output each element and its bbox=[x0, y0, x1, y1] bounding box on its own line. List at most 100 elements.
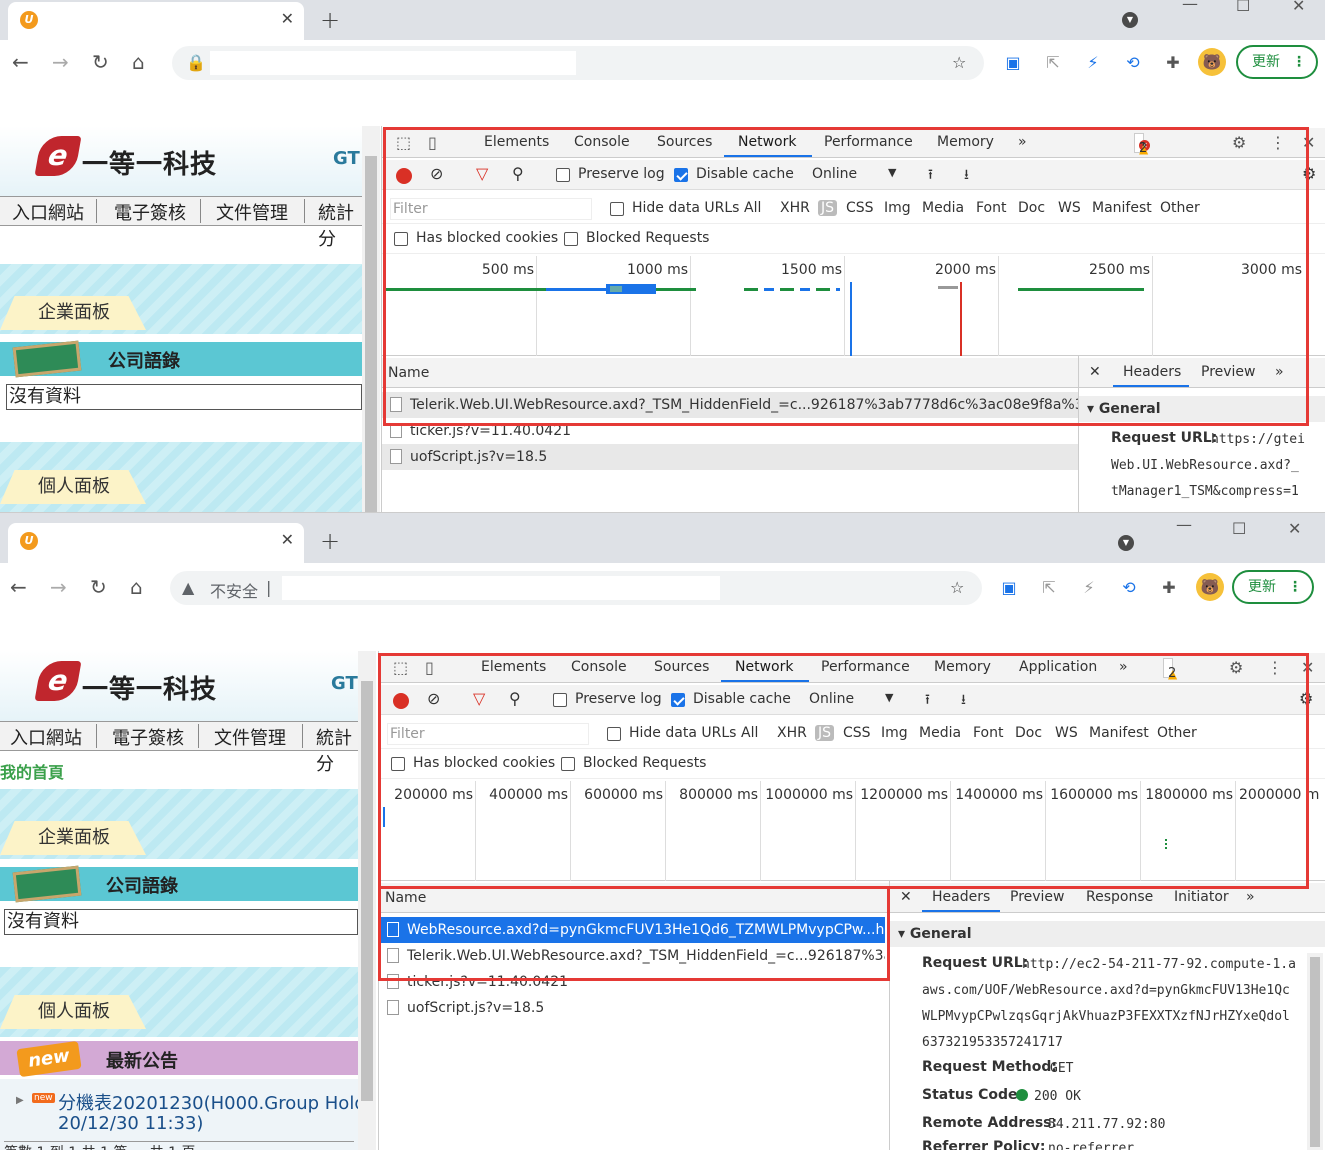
tab-performance[interactable]: Performance bbox=[821, 659, 910, 675]
type-font[interactable]: Font bbox=[976, 200, 1006, 216]
type-font[interactable]: Font bbox=[973, 725, 1003, 741]
menu-stats[interactable]: 統計分 bbox=[318, 199, 362, 251]
close-devtools-icon[interactable]: ✕ bbox=[1301, 658, 1314, 677]
tab-elements[interactable]: Elements bbox=[481, 659, 546, 675]
reload-icon[interactable]: ↻ bbox=[92, 50, 109, 74]
type-css[interactable]: CSS bbox=[843, 725, 871, 741]
name-column-header[interactable]: Name bbox=[382, 358, 1078, 388]
search-icon[interactable]: ⚲ bbox=[512, 164, 524, 183]
blocked-requests-checkbox[interactable] bbox=[561, 757, 575, 771]
tab-memory[interactable]: Memory bbox=[937, 134, 994, 150]
tab-network[interactable]: Network bbox=[738, 134, 796, 150]
close-tab-icon[interactable]: ✕ bbox=[281, 530, 294, 549]
device-toolbar-icon[interactable]: ▯ bbox=[428, 133, 437, 152]
home-icon[interactable]: ⌂ bbox=[130, 575, 143, 599]
hide-data-urls-checkbox[interactable] bbox=[610, 202, 624, 216]
tab-sources[interactable]: Sources bbox=[657, 134, 712, 150]
more-detail-tabs-icon[interactable]: » bbox=[1275, 364, 1284, 380]
browser-tab[interactable]: U ✕ bbox=[8, 523, 304, 563]
type-media[interactable]: Media bbox=[919, 725, 961, 741]
page-scrollbar[interactable] bbox=[362, 126, 380, 512]
hide-data-urls-checkbox[interactable] bbox=[607, 727, 621, 741]
request-row[interactable]: uofScript.js?v=18.5 bbox=[379, 995, 885, 1021]
back-icon[interactable]: ← bbox=[12, 50, 29, 74]
tab-performance[interactable]: Performance bbox=[824, 134, 913, 150]
type-other[interactable]: Other bbox=[1157, 725, 1197, 741]
type-media[interactable]: Media bbox=[922, 200, 964, 216]
back-icon[interactable]: ← bbox=[10, 575, 27, 599]
breadcrumb-home[interactable]: 我的首頁 bbox=[0, 759, 64, 783]
more-tabs-icon[interactable]: » bbox=[1018, 134, 1027, 150]
extension-bolt-icon[interactable]: ⚡ bbox=[1082, 52, 1104, 74]
request-row[interactable]: Telerik.Web.UI.WebResource.axd?_TSM_Hidd… bbox=[379, 943, 885, 969]
clear-icon[interactable]: ⊘ bbox=[430, 164, 443, 183]
network-settings-icon[interactable]: ⚙ bbox=[1302, 164, 1316, 183]
throttling-dropdown-icon[interactable]: ▼ bbox=[888, 166, 896, 179]
news-item-link[interactable]: 分機表20201230(H000.Group Holding bbox=[58, 1089, 358, 1115]
filter-input[interactable]: Filter bbox=[387, 723, 589, 745]
extension-sync-icon[interactable]: ⟲ bbox=[1122, 52, 1144, 74]
blocked-requests-checkbox[interactable] bbox=[564, 232, 578, 246]
menu-esign[interactable]: 電子簽核 bbox=[112, 724, 184, 750]
tab-search-icon[interactable]: ▼ bbox=[1122, 12, 1138, 28]
extensions-puzzle-icon[interactable]: ✚ bbox=[1158, 577, 1180, 599]
preserve-log-checkbox[interactable] bbox=[553, 693, 567, 707]
settings-gear-icon[interactable]: ⚙ bbox=[1229, 658, 1243, 677]
extension-screen-icon[interactable]: ▣ bbox=[1002, 52, 1024, 74]
type-ws[interactable]: WS bbox=[1055, 725, 1078, 741]
filter-funnel-icon[interactable]: ▽ bbox=[473, 689, 485, 708]
tab-preview[interactable]: Preview bbox=[1010, 889, 1065, 905]
type-doc[interactable]: Doc bbox=[1018, 200, 1045, 216]
request-row[interactable]: ticker.js?v=11.40.0421 bbox=[379, 969, 885, 995]
bookmark-star-icon[interactable]: ☆ bbox=[952, 53, 966, 72]
menu-portal[interactable]: 入口網站 bbox=[10, 724, 82, 750]
preserve-log-checkbox[interactable] bbox=[556, 168, 570, 182]
disable-cache-checkbox[interactable] bbox=[671, 693, 685, 707]
throttling-dropdown-icon[interactable]: ▼ bbox=[885, 691, 893, 704]
extensions-puzzle-icon[interactable]: ✚ bbox=[1162, 52, 1184, 74]
type-all[interactable]: All bbox=[744, 200, 761, 216]
extension-cursor-icon[interactable]: ⇱ bbox=[1042, 52, 1064, 74]
menu-stats[interactable]: 統計分 bbox=[316, 724, 358, 776]
throttling-select[interactable]: Online bbox=[812, 166, 857, 182]
devtools-menu-icon[interactable]: ⋮ bbox=[1270, 133, 1286, 152]
type-img[interactable]: Img bbox=[884, 200, 911, 216]
close-tab-icon[interactable]: ✕ bbox=[281, 9, 294, 28]
export-har-icon[interactable]: ⭳ bbox=[964, 164, 969, 188]
tab-initiator[interactable]: Initiator bbox=[1174, 889, 1229, 905]
update-button[interactable]: 更新 ⋮ bbox=[1232, 570, 1314, 604]
close-window-icon[interactable]: ✕ bbox=[1292, 0, 1305, 15]
new-tab-button[interactable]: + bbox=[320, 527, 340, 555]
menu-esign[interactable]: 電子簽核 bbox=[114, 199, 186, 225]
tab-headers[interactable]: Headers bbox=[1123, 364, 1181, 380]
issues-badge[interactable]: ✕ 1 ▲ 2 bbox=[1134, 133, 1150, 156]
tab-console[interactable]: Console bbox=[571, 659, 627, 675]
inspect-element-icon[interactable]: ⬚ bbox=[396, 133, 411, 152]
request-row[interactable]: Telerik.Web.UI.WebResource.axd?_TSM_Hidd… bbox=[382, 392, 1078, 418]
more-detail-tabs-icon[interactable]: » bbox=[1246, 889, 1255, 905]
type-js[interactable]: JS bbox=[815, 725, 835, 741]
tab-response[interactable]: Response bbox=[1086, 889, 1153, 905]
export-har-icon[interactable]: ⭳ bbox=[961, 689, 966, 713]
throttling-select[interactable]: Online bbox=[809, 691, 854, 707]
menu-docs[interactable]: 文件管理 bbox=[216, 199, 288, 225]
tab-console[interactable]: Console bbox=[574, 134, 630, 150]
type-js[interactable]: JS bbox=[818, 200, 838, 216]
type-doc[interactable]: Doc bbox=[1015, 725, 1042, 741]
detail-scrollbar[interactable] bbox=[1307, 953, 1323, 1150]
bookmark-star-icon[interactable]: ☆ bbox=[950, 578, 964, 597]
record-icon[interactable] bbox=[393, 693, 409, 709]
filter-funnel-icon[interactable]: ▽ bbox=[476, 164, 488, 183]
reload-icon[interactable]: ↻ bbox=[90, 575, 107, 599]
page-scrollbar[interactable] bbox=[358, 651, 376, 1150]
devtools-menu-icon[interactable]: ⋮ bbox=[1267, 658, 1283, 677]
record-icon[interactable] bbox=[396, 168, 412, 184]
extension-screen-icon[interactable]: ▣ bbox=[998, 577, 1020, 599]
clear-icon[interactable]: ⊘ bbox=[427, 689, 440, 708]
close-detail-icon[interactable]: ✕ bbox=[1089, 364, 1101, 380]
tab-application[interactable]: Application bbox=[1019, 659, 1097, 675]
expand-arrow-icon[interactable]: ▶ bbox=[16, 1095, 24, 1106]
request-row[interactable]: ticker.js?v=11.40.0421 bbox=[382, 418, 1078, 444]
general-section[interactable]: ▾ General bbox=[890, 921, 1325, 947]
menu-docs[interactable]: 文件管理 bbox=[214, 724, 286, 750]
